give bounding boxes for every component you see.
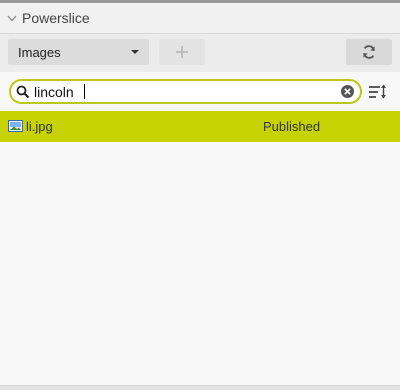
text-cursor [84, 84, 85, 99]
sort-icon[interactable] [368, 82, 388, 102]
dropdown-caret-icon [131, 50, 139, 54]
panel-header[interactable]: Powerslice [0, 3, 400, 34]
refresh-button[interactable] [346, 39, 392, 65]
panel-bottom-edge [0, 385, 400, 390]
search-row [0, 72, 400, 110]
image-file-icon [8, 120, 23, 132]
result-file-name[interactable]: li.jpg [26, 119, 53, 134]
clear-icon[interactable] [340, 84, 355, 99]
panel-title: Powerslice [22, 10, 90, 26]
content-type-select-value: Images [18, 44, 61, 60]
search-box[interactable] [9, 79, 362, 104]
content-type-select[interactable]: Images [8, 39, 149, 65]
search-icon [16, 85, 30, 99]
toolbar: Images [0, 34, 400, 72]
collapse-chevron-icon[interactable] [6, 12, 18, 24]
search-input[interactable] [34, 82, 334, 101]
result-status: Published [263, 119, 321, 134]
plus-icon [176, 46, 188, 58]
add-button[interactable] [159, 39, 205, 65]
result-row[interactable]: li.jpg Published [0, 111, 400, 142]
results-list: li.jpg Published [0, 111, 400, 142]
refresh-icon [363, 45, 375, 59]
